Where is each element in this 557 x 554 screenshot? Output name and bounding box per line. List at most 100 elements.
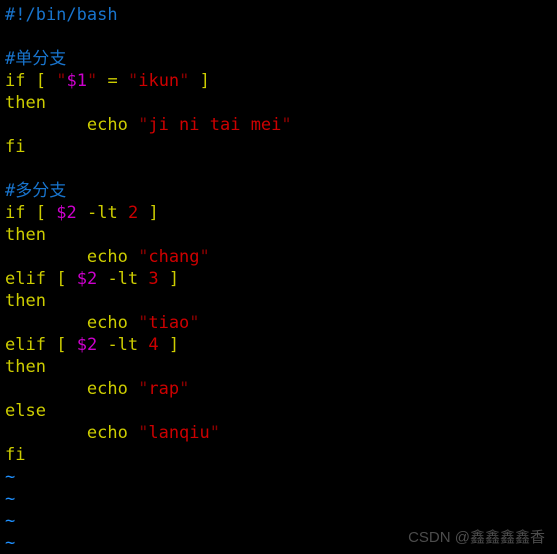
keyword-echo: echo [86,313,128,333]
operator-lt: -lt [107,269,139,289]
bracket-open: [ [35,71,46,91]
code-line-3[interactable]: #单分支 [0,48,557,70]
code-line-17[interactable]: then [0,356,557,378]
quote-close: " [179,379,190,399]
variable-dollar-2: $2 [56,203,77,223]
empty-line-marker: ~ [0,510,557,532]
quote-close-2: " [179,71,190,91]
string-rap: rap [148,379,180,399]
variable-dollar-1: $1 [66,71,87,91]
bracket-open: [ [56,335,67,355]
quote-open: " [138,115,149,135]
keyword-echo: echo [86,379,128,399]
quote-close: " [86,71,98,91]
comment-single-branch: #单分支 [5,49,67,69]
code-line-15[interactable]: echo "tiao" [0,312,557,334]
vim-editor-window[interactable]: #!/bin/bash #单分支 if [ "$1" = "ikun" ] th… [0,0,557,553]
string-chang: chang [148,247,200,267]
string-ji-ni-tai-mei: ji ni tai mei [148,115,282,135]
keyword-echo: echo [86,247,128,267]
tilde-icon: ~ [5,489,16,509]
operator-equals: = [107,71,118,91]
keyword-if: if [5,203,26,223]
code-line-6[interactable]: echo "ji ni tai mei" [0,114,557,136]
quote-close: " [189,313,200,333]
code-line-8-blank[interactable] [0,158,557,180]
operator-lt: -lt [107,335,139,355]
keyword-else: else [5,401,46,421]
empty-line-marker: ~ [0,488,557,510]
variable-dollar-2: $2 [76,335,98,355]
number-literal: 3 [148,269,159,289]
code-line-19[interactable]: else [0,400,557,422]
keyword-then: then [5,291,46,311]
code-line-21[interactable]: fi [0,444,557,466]
number-literal: 4 [148,335,159,355]
code-line-18[interactable]: echo "rap" [0,378,557,400]
keyword-elif: elif [5,335,46,355]
bracket-close: ] [168,335,180,355]
number-literal: 2 [127,203,139,223]
bracket-close: ] [199,71,210,91]
code-line-12[interactable]: echo "chang" [0,246,557,268]
shebang-text: #!/bin/bash [5,5,118,25]
comment-multi-branch: #多分支 [5,181,67,201]
keyword-fi: fi [5,445,26,465]
quote-close: " [199,247,210,267]
code-line-10[interactable]: if [ $2 -lt 2 ] [0,202,557,224]
tilde-icon: ~ [5,467,16,487]
code-line-20[interactable]: echo "lanqiu" [0,422,557,444]
code-line-9[interactable]: #多分支 [0,180,557,202]
code-line-13[interactable]: elif [ $2 -lt 3 ] [0,268,557,290]
keyword-fi: fi [5,137,26,157]
keyword-echo: echo [86,115,128,135]
code-line-4[interactable]: if [ "$1" = "ikun" ] [0,70,557,92]
bracket-open: [ [35,203,46,223]
quote-open: " [56,71,67,91]
code-line-7[interactable]: fi [0,136,557,158]
code-line-2-blank[interactable] [0,26,557,48]
code-line-14[interactable]: then [0,290,557,312]
keyword-if: if [5,71,26,91]
keyword-then: then [5,357,46,377]
code-line-16[interactable]: elif [ $2 -lt 4 ] [0,334,557,356]
bracket-close: ] [168,269,180,289]
code-line-1[interactable]: #!/bin/bash [0,4,557,26]
code-buffer[interactable]: #!/bin/bash #单分支 if [ "$1" = "ikun" ] th… [0,4,557,554]
tilde-icon: ~ [5,511,16,531]
quote-open: " [138,247,149,267]
keyword-elif: elif [5,269,46,289]
code-line-11[interactable]: then [0,224,557,246]
variable-dollar-2: $2 [76,269,98,289]
bracket-open: [ [56,269,67,289]
code-line-5[interactable]: then [0,92,557,114]
empty-line-marker: ~ [0,532,557,554]
tilde-icon: ~ [5,533,16,553]
